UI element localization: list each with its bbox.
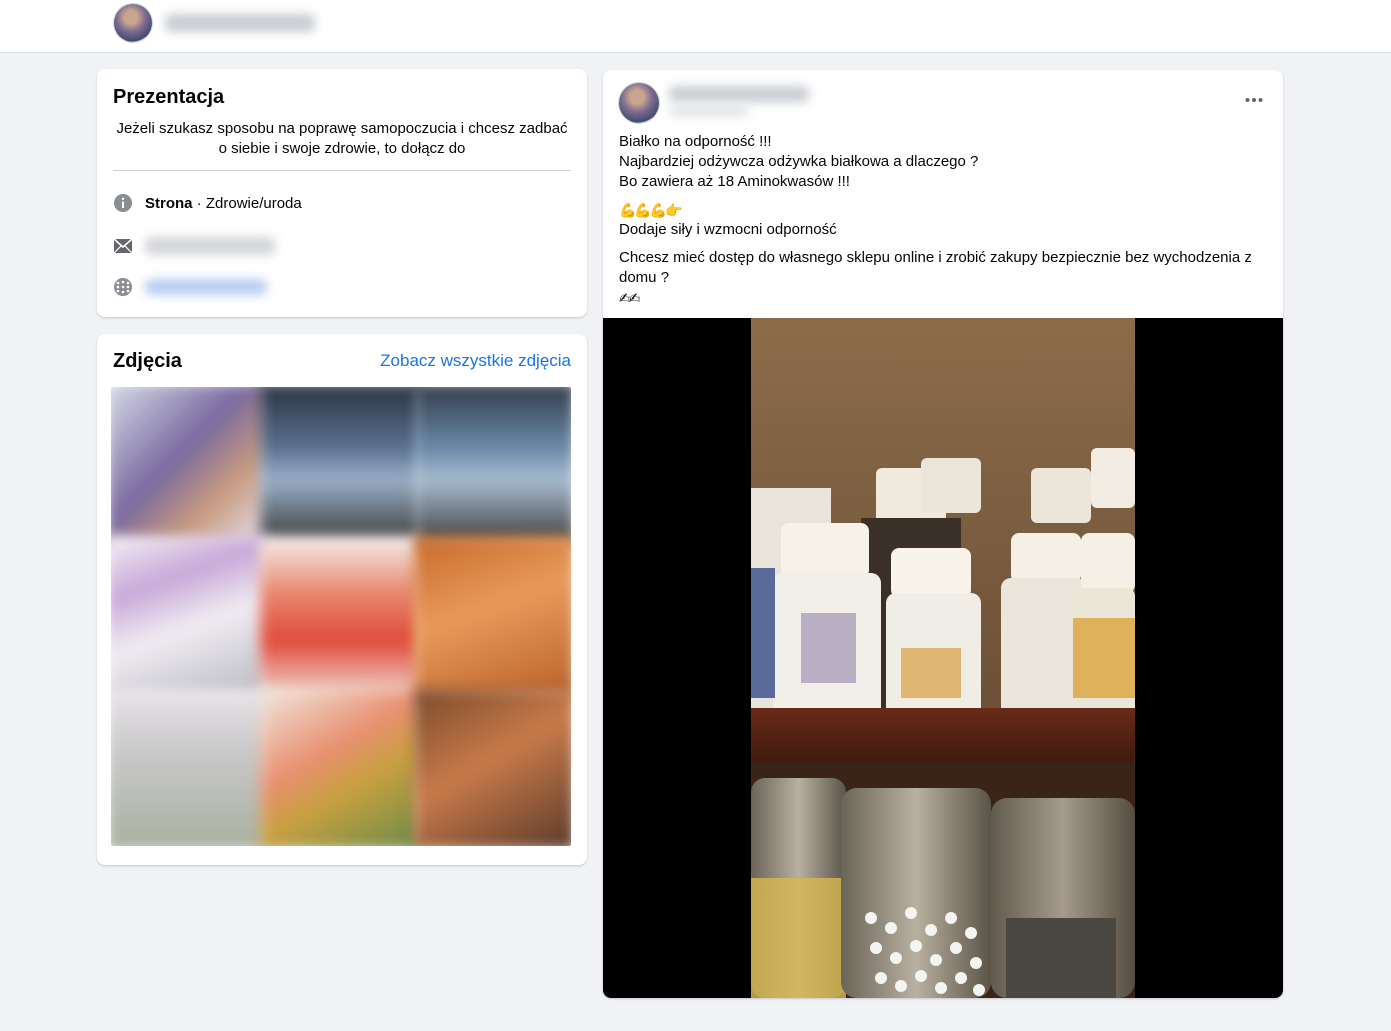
website-link-blurred[interactable] (145, 279, 267, 295)
post-line: Dodaje siły i wzmocni odporność (619, 221, 837, 238)
post-author-name-blurred[interactable] (669, 86, 809, 102)
envelope-icon (113, 236, 133, 256)
photo-thumbnail[interactable] (260, 387, 422, 544)
post-line: Białko na odporność !!! (619, 133, 772, 150)
more-options-button[interactable] (1245, 90, 1263, 108)
photo-thumbnail[interactable] (111, 387, 269, 544)
info-icon (113, 193, 133, 213)
photo-thumbnail[interactable] (413, 689, 571, 846)
photo-thumbnail[interactable] (413, 536, 571, 697)
email-row (113, 236, 275, 256)
email-blurred[interactable] (145, 237, 275, 255)
intro-divider (113, 170, 571, 171)
more-options-icon (1245, 98, 1263, 102)
post-message: Białko na odporność !!! Najbardziej odży… (619, 132, 1267, 308)
post-line: Bo zawiera aż 18 Aminokwasów !!! (619, 173, 850, 190)
intro-card: Prezentacja Jeżeli szukasz sposobu na po… (97, 69, 587, 317)
photo-thumbnail[interactable] (111, 536, 269, 697)
profile-avatar[interactable] (114, 4, 152, 42)
photo-thumbnail[interactable] (260, 536, 422, 697)
top-bar (0, 0, 1391, 53)
profile-name-blurred[interactable] (165, 14, 315, 32)
photos-title: Zdjęcia (113, 350, 182, 372)
photo-thumbnail[interactable] (260, 689, 422, 846)
video-still (751, 318, 1135, 998)
video-frame[interactable] (751, 318, 1135, 998)
intro-title: Prezentacja (113, 86, 225, 108)
post-video[interactable] (603, 318, 1283, 998)
photo-grid (111, 387, 571, 846)
photos-card: Zdjęcia Zobacz wszystkie zdjęcia (97, 334, 587, 865)
category-value: · Zdrowie/uroda (192, 194, 302, 212)
category-row: Strona · Zdrowie/uroda (113, 193, 302, 213)
category-label: Strona (145, 194, 193, 212)
see-all-photos-link[interactable]: Zobacz wszystkie zdjęcia (380, 351, 571, 371)
globe-icon (113, 277, 133, 297)
post-timestamp-blurred[interactable] (669, 106, 749, 116)
post-line: Najbardziej odżywcza odżywka białkowa a … (619, 153, 979, 170)
post-emoji-row: 💪💪💪👉 (619, 202, 683, 218)
intro-bio: Jeżeli szukasz sposobu na poprawę samopo… (116, 120, 568, 157)
photo-thumbnail[interactable] (413, 387, 571, 544)
post-author-avatar[interactable] (619, 83, 659, 123)
photo-thumbnail[interactable] (111, 689, 269, 846)
website-row (113, 277, 267, 297)
post-card: Białko na odporność !!! Najbardziej odży… (603, 70, 1283, 998)
post-paragraph: Chcesz mieć dostęp do własnego sklepu on… (619, 249, 1252, 286)
post-emoji-row: ✍✍ (619, 290, 640, 306)
